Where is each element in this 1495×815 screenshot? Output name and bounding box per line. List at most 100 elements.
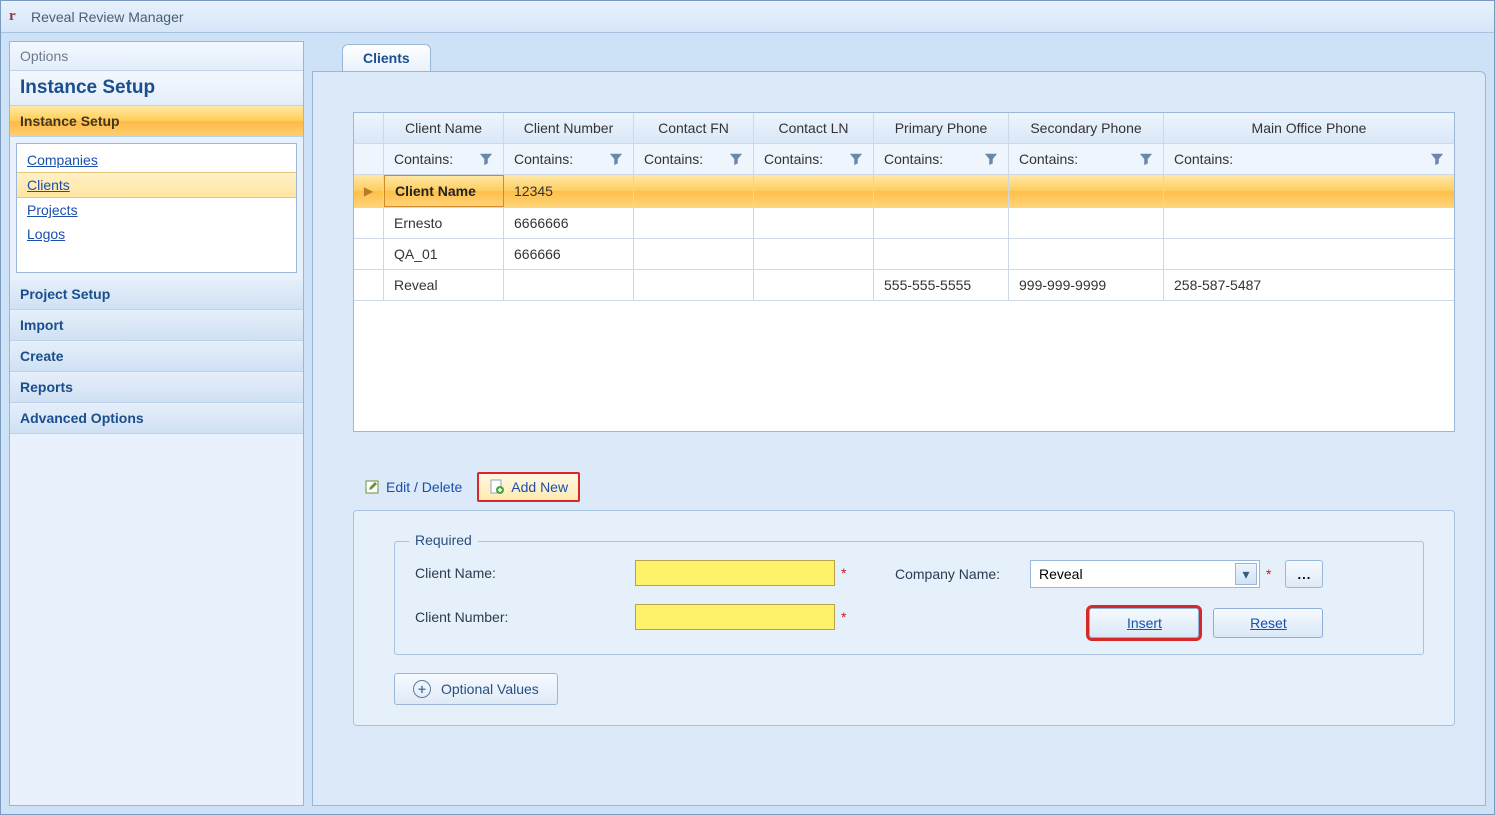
- sidebar: Options Instance Setup Instance Setup Co…: [9, 41, 304, 806]
- plus-circle-icon: +: [413, 680, 431, 698]
- row-indicator: [354, 208, 384, 238]
- filter-icon[interactable]: [849, 152, 863, 166]
- reset-button[interactable]: Reset: [1213, 608, 1323, 638]
- filter-client-name[interactable]: Contains:: [384, 144, 504, 174]
- cell[interactable]: [874, 239, 1009, 269]
- cell[interactable]: [1164, 208, 1454, 238]
- chevron-down-icon[interactable]: ▾: [1235, 563, 1257, 585]
- client-form-panel: Required Client Name: * Client Number: *…: [353, 510, 1455, 726]
- col-client-name[interactable]: Client Name: [384, 113, 504, 143]
- required-mark: *: [1266, 566, 1271, 582]
- required-mark: *: [841, 565, 846, 581]
- insert-button[interactable]: Insert: [1089, 608, 1199, 638]
- cell[interactable]: 258-587-5487: [1164, 270, 1454, 300]
- cell[interactable]: 999-999-9999: [1009, 270, 1164, 300]
- sidebar-section-import[interactable]: Import: [10, 310, 303, 341]
- filter-icon[interactable]: [729, 152, 743, 166]
- cell[interactable]: QA_01: [384, 239, 504, 269]
- cell[interactable]: [754, 208, 874, 238]
- client-name-input[interactable]: [635, 560, 835, 586]
- titlebar: r Reveal Review Manager: [1, 1, 1494, 33]
- window-title: Reveal Review Manager: [31, 9, 184, 25]
- filter-icon[interactable]: [479, 152, 493, 166]
- sidebar-link-logos[interactable]: Logos: [17, 222, 296, 246]
- filter-secondary-phone[interactable]: Contains:: [1009, 144, 1164, 174]
- sidebar-options[interactable]: Options: [10, 42, 303, 71]
- cell[interactable]: [1009, 239, 1164, 269]
- table-row[interactable]: Ernesto 6666666: [354, 208, 1454, 239]
- cell[interactable]: [1164, 175, 1454, 207]
- cell[interactable]: [874, 208, 1009, 238]
- sidebar-section-create[interactable]: Create: [10, 341, 303, 372]
- col-contact-ln[interactable]: Contact LN: [754, 113, 874, 143]
- sidebar-title: Instance Setup: [10, 71, 303, 106]
- filter-icon[interactable]: [1430, 152, 1444, 166]
- cell[interactable]: 555-555-5555: [874, 270, 1009, 300]
- edit-delete-button[interactable]: Edit / Delete: [353, 472, 473, 502]
- company-lookup-button[interactable]: ...: [1285, 560, 1323, 588]
- sidebar-section-reports[interactable]: Reports: [10, 372, 303, 403]
- sidebar-link-companies[interactable]: Companies: [17, 148, 296, 172]
- cell[interactable]: [874, 175, 1009, 207]
- cell[interactable]: [1009, 208, 1164, 238]
- add-new-button[interactable]: Add New: [477, 472, 580, 502]
- company-name-select[interactable]: Reveal ▾: [1030, 560, 1260, 588]
- sidebar-link-projects[interactable]: Projects: [17, 198, 296, 222]
- filter-icon[interactable]: [1139, 152, 1153, 166]
- cell[interactable]: [754, 239, 874, 269]
- client-number-label: Client Number:: [415, 609, 635, 625]
- add-page-icon: [489, 479, 505, 495]
- cell[interactable]: Ernesto: [384, 208, 504, 238]
- filter-contact-ln[interactable]: Contains:: [754, 144, 874, 174]
- filter-contact-fn[interactable]: Contains:: [634, 144, 754, 174]
- sidebar-link-clients[interactable]: Clients: [17, 172, 296, 198]
- col-client-number[interactable]: Client Number: [504, 113, 634, 143]
- sidebar-section-project-setup[interactable]: Project Setup: [10, 279, 303, 310]
- row-indicator-header: [354, 113, 384, 143]
- sidebar-section-advanced-options[interactable]: Advanced Options: [10, 403, 303, 434]
- filter-primary-phone[interactable]: Contains:: [874, 144, 1009, 174]
- arrow-right-icon: ▶: [364, 184, 373, 198]
- cell[interactable]: 666666: [504, 239, 634, 269]
- filter-main-office-phone[interactable]: Contains:: [1164, 144, 1454, 174]
- filter-client-number[interactable]: Contains:: [504, 144, 634, 174]
- cell[interactable]: [634, 239, 754, 269]
- cell[interactable]: [1009, 175, 1164, 207]
- cell[interactable]: 12345: [504, 175, 634, 207]
- company-name-label: Company Name:: [895, 566, 1030, 582]
- cell[interactable]: [754, 270, 874, 300]
- action-toolbar: Edit / Delete Add New: [353, 472, 1455, 502]
- grid-filter-row: Contains: Contains: Contains: Contains: …: [354, 144, 1454, 175]
- content-panel: Client Name Client Number Contact FN Con…: [312, 71, 1486, 806]
- client-number-input[interactable]: [635, 604, 835, 630]
- col-secondary-phone[interactable]: Secondary Phone: [1009, 113, 1164, 143]
- cell[interactable]: 6666666: [504, 208, 634, 238]
- row-indicator: ▶: [354, 175, 384, 207]
- cell[interactable]: [1164, 239, 1454, 269]
- content-area: Clients Client Name Client Number Contac…: [312, 41, 1486, 806]
- col-contact-fn[interactable]: Contact FN: [634, 113, 754, 143]
- required-mark: *: [841, 609, 846, 625]
- optional-values-button[interactable]: + Optional Values: [394, 673, 558, 705]
- tab-clients[interactable]: Clients: [342, 44, 431, 71]
- col-main-office-phone[interactable]: Main Office Phone: [1164, 113, 1454, 143]
- cell[interactable]: Reveal: [384, 270, 504, 300]
- filter-icon[interactable]: [984, 152, 998, 166]
- tabs-row: Clients: [312, 41, 1486, 71]
- cell[interactable]: [754, 175, 874, 207]
- table-row[interactable]: Reveal 555-555-5555 999-999-9999 258-587…: [354, 270, 1454, 301]
- table-row[interactable]: ▶ Client Name 12345: [354, 175, 1454, 208]
- cell[interactable]: [634, 175, 754, 207]
- sidebar-links: Companies Clients Projects Logos: [16, 143, 297, 273]
- cell[interactable]: [634, 208, 754, 238]
- edit-icon: [364, 479, 380, 495]
- cell[interactable]: [634, 270, 754, 300]
- cell[interactable]: Client Name: [384, 175, 504, 207]
- col-primary-phone[interactable]: Primary Phone: [874, 113, 1009, 143]
- row-indicator: [354, 270, 384, 300]
- filter-icon[interactable]: [609, 152, 623, 166]
- client-name-label: Client Name:: [415, 565, 635, 581]
- cell[interactable]: [504, 270, 634, 300]
- table-row[interactable]: QA_01 666666: [354, 239, 1454, 270]
- sidebar-section-instance-setup[interactable]: Instance Setup: [10, 106, 303, 137]
